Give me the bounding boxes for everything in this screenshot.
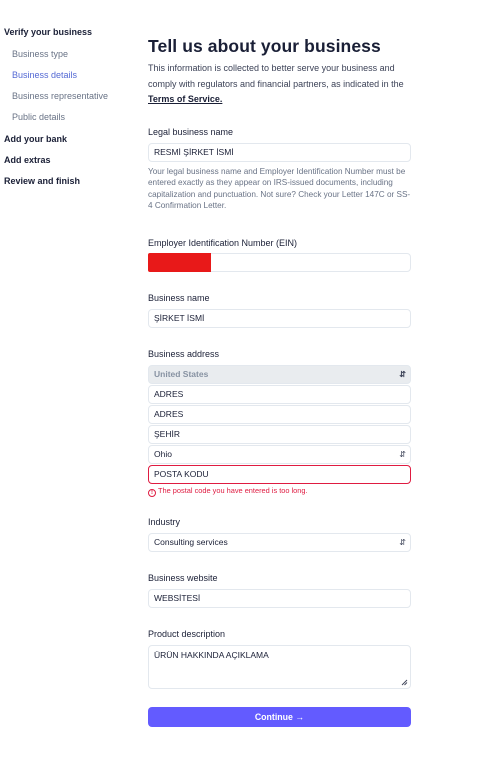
ein-redaction-block xyxy=(148,253,211,272)
product-description-value: ÜRÜN HAKKINDA AÇIKLAMA xyxy=(154,650,269,660)
postal-code-input[interactable]: POSTA KODU xyxy=(148,465,411,484)
business-name-label: Business name xyxy=(148,293,210,303)
nav-section-add-bank[interactable]: Add your bank xyxy=(4,134,67,144)
product-description-textarea[interactable]: ÜRÜN HAKKINDA AÇIKLAMA xyxy=(148,645,411,689)
address-line1-input[interactable]: ADRES xyxy=(148,385,411,404)
nav-section-add-extras[interactable]: Add extras xyxy=(4,155,51,165)
state-value: Ohio xyxy=(154,449,172,459)
select-chevron-icon: ⇵ xyxy=(399,538,406,547)
ein-label: Employer Identification Number (EIN) xyxy=(148,238,298,248)
nav-item-business-representative[interactable]: Business representative xyxy=(12,91,108,101)
legal-name-label: Legal business name xyxy=(148,127,234,137)
industry-label: Industry xyxy=(148,517,181,527)
intro-body: This information is collected to better … xyxy=(148,63,404,89)
address-line2-input[interactable]: ADRES xyxy=(148,405,411,424)
postal-code-error: ! The postal code you have entered is too… xyxy=(148,486,308,497)
postal-code-error-text: The postal code you have entered is too … xyxy=(158,486,308,495)
business-address-label: Business address xyxy=(148,349,220,359)
nav-item-public-details[interactable]: Public details xyxy=(12,112,65,122)
terms-of-service-link[interactable]: Terms of Service. xyxy=(148,94,222,104)
legal-name-input[interactable]: RESMİ ŞİRKET İSMİ xyxy=(148,143,411,162)
business-name-input[interactable]: ŞİRKET İSMİ xyxy=(148,309,411,328)
nav-section-review-finish[interactable]: Review and finish xyxy=(4,176,80,186)
nav-item-business-details[interactable]: Business details xyxy=(12,70,77,80)
nav-item-business-type[interactable]: Business type xyxy=(12,49,68,59)
website-input[interactable]: WEBSİTESİ xyxy=(148,589,411,608)
product-description-label: Product description xyxy=(148,629,226,639)
website-label: Business website xyxy=(148,573,218,583)
country-value: United States xyxy=(154,369,209,379)
resize-handle-icon[interactable] xyxy=(401,679,408,686)
error-alert-icon: ! xyxy=(148,489,156,497)
continue-button[interactable]: Continue → xyxy=(148,707,411,727)
intro-text: This information is collected to better … xyxy=(148,61,410,108)
industry-select[interactable]: Consulting services ⇵ xyxy=(148,533,411,552)
legal-name-help-text: Your legal business name and Employer Id… xyxy=(148,167,411,211)
nav-section-verify-business[interactable]: Verify your business xyxy=(4,27,92,37)
country-select[interactable]: United States ⇵ xyxy=(148,365,411,384)
select-chevron-icon: ⇵ xyxy=(399,370,406,379)
industry-value: Consulting services xyxy=(154,537,228,547)
select-chevron-icon: ⇵ xyxy=(399,450,406,459)
page-title: Tell us about your business xyxy=(148,36,381,56)
state-select[interactable]: Ohio ⇵ xyxy=(148,445,411,464)
city-input[interactable]: ŞEHİR xyxy=(148,425,411,444)
